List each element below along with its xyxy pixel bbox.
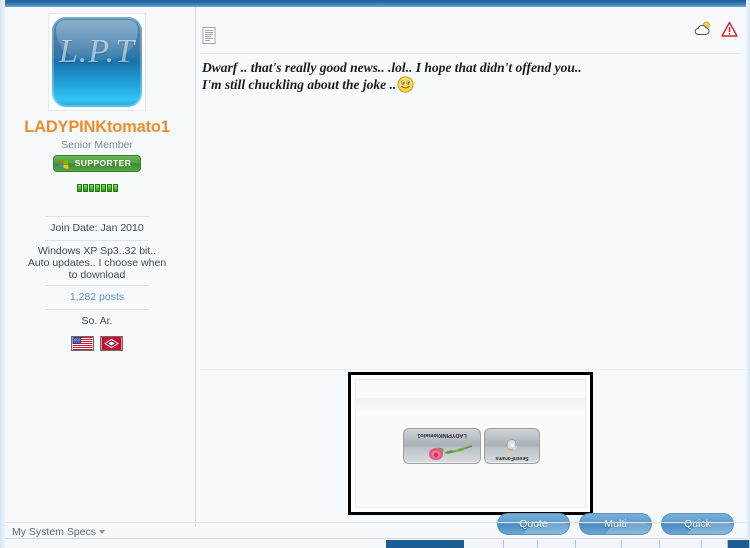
- window-top-bar: [0, 0, 750, 7]
- user-os-summary: Windows XP Sp3..32 bit.. Auto updates.. …: [27, 245, 167, 281]
- reputation-segment: [112, 184, 118, 192]
- avatar-monogram: L.P.T: [58, 33, 136, 70]
- reputation-segment: [82, 184, 88, 192]
- user-flags: [5, 336, 189, 351]
- thumbnail-image: SevenForums LADYPINKtomato1: [355, 379, 586, 508]
- reputation-segment: [76, 184, 82, 192]
- flag-arkansas-icon: [100, 336, 123, 351]
- footer-divider-lower: [5, 538, 746, 539]
- reputation-segment: [88, 184, 94, 192]
- rose-image-icon: [429, 445, 473, 460]
- message-line-1: Dwarf .. that's really good news.. .lol.…: [202, 60, 582, 75]
- stat-divider: [45, 240, 149, 241]
- os-taskbar-strip: [386, 540, 750, 548]
- reputation-segment: [94, 184, 100, 192]
- weather-cloud-icon[interactable]: [693, 21, 712, 38]
- post-header-icons: [693, 21, 738, 38]
- taskbar-item[interactable]: [386, 540, 464, 548]
- reputation-segment: [106, 184, 112, 192]
- supporter-badge-label: SUPPORTER: [74, 158, 132, 168]
- user-title: Senior Member: [61, 139, 133, 151]
- chevron-down-icon: [99, 530, 106, 535]
- my-system-specs-link[interactable]: My System Specs: [12, 526, 106, 538]
- user-location: So. Ar.: [81, 315, 113, 327]
- taskbar-button-sevenforums-label: SevenForums: [495, 455, 529, 461]
- post-user-info: L.P.T LADYPINKtomato1 Senior Member SUPP…: [5, 7, 189, 527]
- thumbnail-sheen: [356, 398, 585, 412]
- stat-divider: [45, 216, 149, 217]
- stat-divider: [45, 309, 149, 310]
- taskbar-item[interactable]: [538, 540, 576, 548]
- flag-united-states-icon: [71, 336, 94, 351]
- attached-screenshot-thumbnail[interactable]: SevenForums LADYPINKtomato1: [348, 372, 593, 515]
- user-stats: Join Date: Jan 2010 Windows XP Sp3..32 b…: [5, 216, 189, 351]
- smiley-grin-icon: [397, 76, 414, 93]
- attachment-divider: [200, 369, 746, 370]
- reputation-segment: [100, 184, 106, 192]
- taskbar-item[interactable]: [702, 540, 728, 548]
- taskbar-button-ladypinktomato1-label: LADYPINKtomato1: [417, 432, 467, 438]
- forum-post-page: L.P.T LADYPINKtomato1 Senior Member SUPP…: [0, 0, 750, 548]
- supporter-badge[interactable]: SUPPORTER: [53, 155, 141, 172]
- taskbar-button-sevenforums: SevenForums: [484, 428, 540, 464]
- username-link[interactable]: LADYPINKtomato1: [5, 118, 189, 137]
- post-message-area: Dwarf .. that's really good news.. .lol.…: [196, 7, 746, 527]
- footer-divider: [5, 522, 746, 523]
- join-date: Join Date: Jan 2010: [50, 222, 144, 234]
- taskbar-item-end[interactable]: [728, 540, 750, 548]
- reputation-bar: [73, 184, 121, 192]
- message-divider: [200, 53, 740, 54]
- my-system-specs-label: My System Specs: [12, 526, 97, 538]
- report-warning-icon[interactable]: [721, 21, 738, 38]
- stat-divider: [45, 285, 149, 286]
- taskbar-button-ladypinktomato1: LADYPINKtomato1: [403, 428, 481, 464]
- taskbar-item[interactable]: [660, 540, 702, 548]
- multi-quote-button[interactable]: Multi: [579, 513, 652, 535]
- post-container: L.P.T LADYPINKtomato1 Senior Member SUPP…: [5, 7, 746, 535]
- post-document-icon: [202, 27, 216, 44]
- taskbar-item[interactable]: [464, 540, 504, 548]
- quick-reply-button[interactable]: Quick: [661, 513, 734, 535]
- avatar-image: L.P.T: [52, 17, 142, 107]
- window-frame-right: [746, 0, 750, 548]
- quote-button[interactable]: Quote: [497, 513, 570, 535]
- post-count[interactable]: 1,282 posts: [5, 289, 189, 306]
- message-text: Dwarf .. that's really good news.. .lol.…: [202, 59, 737, 93]
- message-line-2: I'm still chuckling about the joke ..: [202, 77, 397, 92]
- taskbar-item[interactable]: [622, 540, 660, 548]
- thumbnail-taskbar-buttons: SevenForums LADYPINKtomato1: [403, 428, 540, 464]
- taskbar-item[interactable]: [576, 540, 622, 548]
- taskbar-item[interactable]: [504, 540, 538, 548]
- post-action-buttons: Quote Multi Quick: [497, 513, 734, 535]
- internet-explorer-icon: [506, 439, 518, 451]
- windows-flag-icon: [58, 159, 69, 170]
- avatar[interactable]: L.P.T: [48, 13, 146, 111]
